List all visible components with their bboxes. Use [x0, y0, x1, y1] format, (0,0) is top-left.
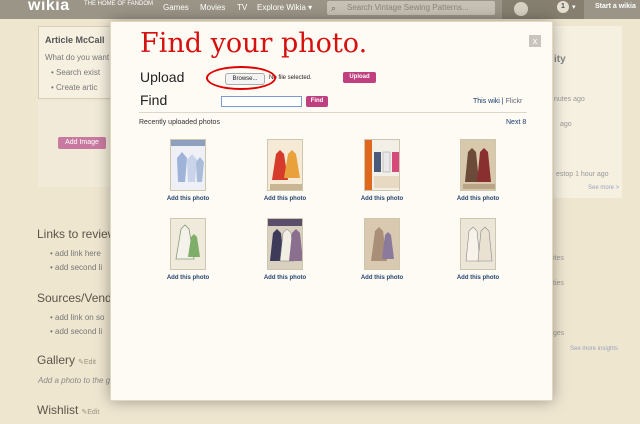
- modal-title: Find your photo.: [140, 28, 368, 59]
- gallery-note: Add a photo to the g: [38, 376, 111, 385]
- photo-item[interactable]: Add this photo: [249, 218, 321, 288]
- pattern-illustration: [268, 140, 302, 190]
- photo-item[interactable]: Add this photo: [152, 139, 224, 209]
- nav-games[interactable]: Games: [163, 3, 189, 12]
- source-flickr[interactable]: Flickr: [506, 98, 523, 105]
- pattern-thumbnail[interactable]: [170, 218, 206, 270]
- find-label: Find: [140, 92, 168, 108]
- pattern-illustration: [365, 219, 399, 269]
- pattern-thumbnail[interactable]: [267, 218, 303, 270]
- pattern-illustration: [461, 219, 495, 269]
- start-wikia-link[interactable]: Start a wikia: [595, 3, 636, 10]
- recent-photos-label: Recently uploaded photos: [139, 119, 220, 126]
- next-page-link[interactable]: Next 8: [506, 119, 526, 126]
- add-photo-link[interactable]: Add this photo: [249, 196, 321, 202]
- article-bullet[interactable]: • Create artic: [51, 83, 97, 92]
- section-heading-sources: Sources/Vendo: [37, 291, 119, 305]
- add-photo-link[interactable]: Add this photo: [249, 275, 321, 281]
- article-prompt: What do you want: [45, 53, 110, 62]
- add-photo-link[interactable]: Add this photo: [152, 196, 224, 202]
- close-icon[interactable]: x: [529, 35, 541, 47]
- section-heading-gallery: Gallery ✎Edit: [37, 353, 96, 367]
- add-photo-link[interactable]: Add this photo: [442, 275, 514, 281]
- photo-source-switch: This wiki | Flickr: [473, 98, 522, 105]
- source-separator: |: [501, 98, 504, 105]
- chevron-down-icon: ▾: [308, 3, 313, 12]
- chevron-down-icon: ▾: [572, 4, 576, 11]
- insights-item: ges: [553, 330, 565, 337]
- edit-link[interactable]: ✎Edit: [81, 409, 99, 416]
- avatar: [514, 2, 528, 16]
- section-list-item[interactable]: • add second li: [50, 263, 102, 272]
- photo-item[interactable]: Add this photo: [152, 218, 224, 288]
- photo-item[interactable]: Add this photo: [346, 139, 418, 209]
- upload-label: Upload: [140, 69, 185, 85]
- pattern-illustration: [171, 140, 205, 190]
- pattern-thumbnail[interactable]: [364, 139, 400, 191]
- article-title: Article McCall: [45, 35, 105, 45]
- photo-item[interactable]: Add this photo: [442, 139, 514, 209]
- photo-item[interactable]: Add this photo: [442, 218, 514, 288]
- search-input[interactable]: ⌕ Search Vintage Sewing Patterns...: [327, 1, 495, 15]
- global-nav: wikia THE HOME OF FANDOM Games Movies TV…: [0, 0, 640, 19]
- insights-item: ties: [553, 280, 564, 287]
- pattern-thumbnail[interactable]: [460, 218, 496, 270]
- pattern-illustration: [171, 219, 205, 269]
- pattern-illustration: [365, 140, 399, 190]
- article-bullet[interactable]: • Search exist: [51, 68, 100, 77]
- section-list-item[interactable]: • add second li: [50, 327, 102, 336]
- search-placeholder: Search Vintage Sewing Patterns...: [347, 3, 469, 12]
- divider: [139, 112, 527, 113]
- see-more-insights-link[interactable]: See more insights: [570, 346, 618, 352]
- nav-movies[interactable]: Movies: [200, 3, 225, 12]
- wikia-tagline: THE HOME OF FANDOM: [84, 1, 153, 7]
- see-more-link[interactable]: See more >: [588, 185, 619, 191]
- add-photo-link[interactable]: Add this photo: [152, 275, 224, 281]
- add-image-button[interactable]: Add Image: [58, 137, 106, 149]
- activity-time: estop 1 hour ago: [556, 171, 609, 178]
- insights-item: ites: [553, 255, 564, 262]
- highlight-circle-annotation: [206, 66, 276, 90]
- activity-time: nutes ago: [554, 96, 585, 103]
- add-photo-link[interactable]: Add this photo: [346, 275, 418, 281]
- activity-time: ago: [560, 121, 572, 128]
- find-button[interactable]: Find: [306, 96, 328, 107]
- section-list-item[interactable]: • add link here: [50, 249, 101, 258]
- user-menu[interactable]: 1 ▾: [502, 0, 584, 19]
- pattern-thumbnail[interactable]: [170, 139, 206, 191]
- side-rail-heading: ity: [554, 54, 566, 65]
- photo-item[interactable]: Add this photo: [249, 139, 321, 209]
- photo-item[interactable]: Add this photo: [346, 218, 418, 288]
- add-photo-link[interactable]: Add this photo: [346, 196, 418, 202]
- source-this-wiki[interactable]: This wiki: [473, 98, 500, 105]
- search-icon: ⌕: [331, 3, 337, 13]
- wikia-logo[interactable]: wikia: [28, 0, 70, 15]
- photo-picker-modal: Find your photo. x Upload Browse... No f…: [110, 21, 553, 401]
- pattern-thumbnail[interactable]: [460, 139, 496, 191]
- edit-link[interactable]: ✎Edit: [78, 359, 96, 366]
- nav-explore[interactable]: Explore Wikia ▾: [257, 3, 312, 12]
- notification-badge[interactable]: 1: [557, 1, 569, 13]
- add-photo-link[interactable]: Add this photo: [442, 196, 514, 202]
- nav-explore-label: Explore Wikia: [257, 3, 306, 12]
- nav-tv[interactable]: TV: [237, 3, 247, 12]
- find-input[interactable]: [221, 96, 302, 107]
- section-list-item[interactable]: • add link on so: [50, 313, 104, 322]
- upload-button[interactable]: Upload: [343, 72, 376, 83]
- section-heading-wishlist: Wishlist ✎Edit: [37, 403, 100, 417]
- pattern-thumbnail[interactable]: [267, 139, 303, 191]
- pattern-illustration: [461, 140, 495, 190]
- pattern-illustration: [268, 219, 302, 269]
- section-heading-links: Links to review: [37, 227, 117, 241]
- pattern-thumbnail[interactable]: [364, 218, 400, 270]
